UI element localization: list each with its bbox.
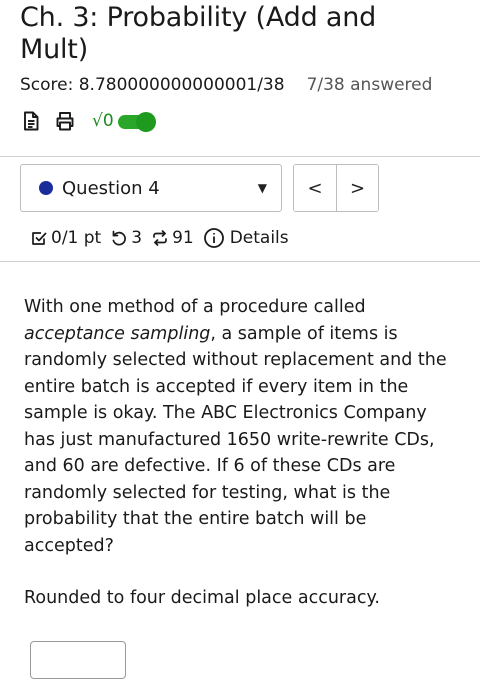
document-icon[interactable]	[20, 110, 42, 132]
toggle-switch[interactable]	[117, 112, 156, 132]
details-link[interactable]: Details	[203, 227, 289, 249]
page-title: Ch. 3: Probability (Add and Mult)	[20, 2, 377, 65]
details-label: Details	[229, 228, 289, 248]
pager: < >	[293, 164, 379, 212]
question-text-part: , a sample of items is randomly selected…	[24, 323, 447, 556]
points-item: 0/1 pt	[30, 228, 101, 248]
points-text: 0/1 pt	[51, 228, 102, 248]
answered-count: 7/38 answered	[306, 75, 433, 95]
question-text-part: With one method of a procedure called	[24, 297, 366, 317]
info-icon	[203, 228, 224, 248]
checkbox-icon	[32, 232, 47, 245]
rounding-instruction: Rounded to four decimal place accuracy.	[24, 588, 380, 608]
attempts-text: 91	[172, 228, 194, 248]
question-meta: 0/1 pt 3 91 Details	[20, 223, 460, 253]
toolbar: √0	[20, 108, 460, 134]
question-status-dot	[39, 181, 53, 195]
question-select[interactable]: Question 4 ▼	[20, 164, 282, 212]
toggle-knob	[135, 112, 156, 132]
page: Ch. 3: Probability (Add and Mult) Score:…	[0, 0, 480, 700]
retries-text: 3	[131, 228, 143, 248]
sqrt-icon[interactable]: √0	[92, 110, 114, 132]
divider	[0, 261, 480, 262]
divider	[0, 156, 480, 157]
score-row: Score: 8.780000000000001/38 7/38 answere…	[20, 74, 460, 96]
answer-input[interactable]	[30, 641, 126, 679]
score-text: Score: 8.780000000000001/38	[20, 75, 285, 95]
prev-question-button[interactable]: <	[294, 165, 336, 211]
question-nav: Question 4 ▼ < >	[20, 162, 460, 214]
chevron-down-icon: ▼	[257, 181, 267, 195]
retries-item: 3	[110, 228, 142, 248]
question-emphasis: acceptance sampling	[24, 323, 211, 344]
undo-icon	[112, 230, 127, 246]
question-text: With one method of a procedure called ac…	[20, 294, 460, 559]
next-question-button[interactable]: >	[336, 165, 378, 211]
repeat-icon	[153, 230, 167, 246]
print-icon[interactable]	[54, 110, 76, 132]
attempts-item: 91	[151, 228, 194, 248]
question-select-label: Question 4	[62, 177, 160, 199]
